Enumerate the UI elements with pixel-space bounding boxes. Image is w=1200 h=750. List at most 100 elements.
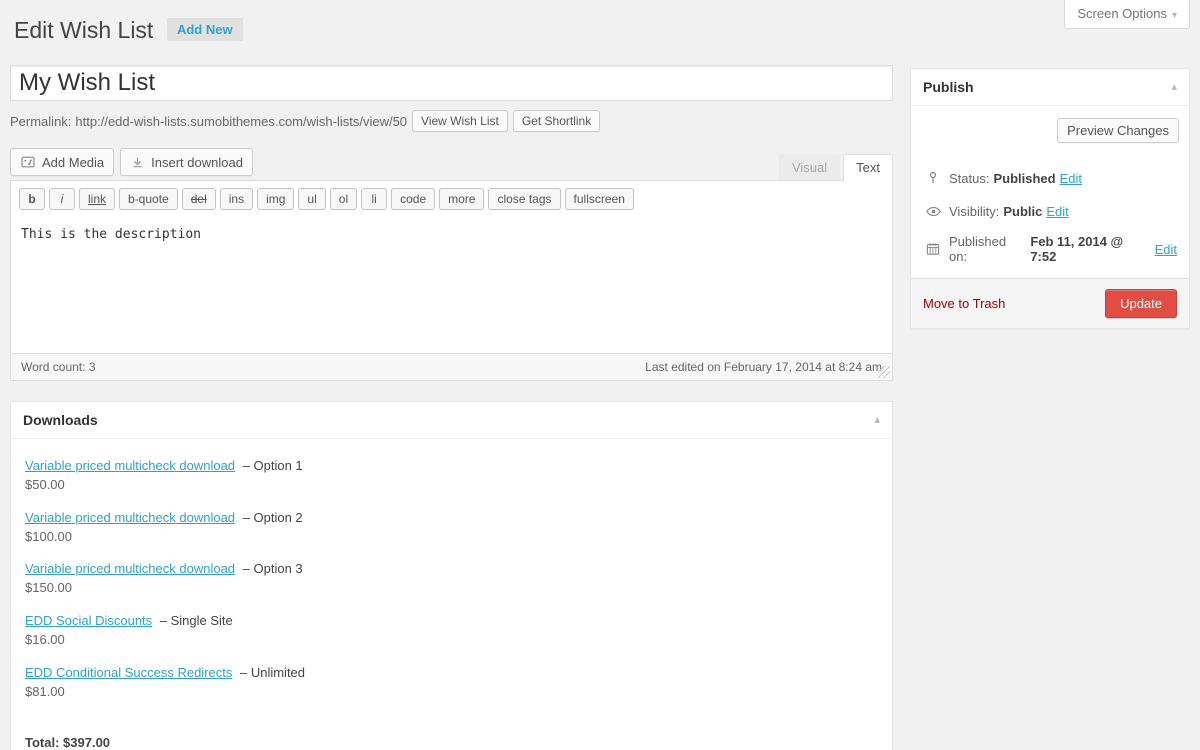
download-price: $50.00 [25, 476, 878, 495]
edit-status-link[interactable]: Edit [1060, 171, 1082, 186]
status-label: Status: [949, 171, 989, 186]
download-list-item: Variable priced multicheck download – Op… [25, 560, 878, 598]
post-title-input[interactable] [10, 65, 893, 101]
insert-download-label: Insert download [151, 156, 243, 169]
misc-publishing-actions: Status: Published Edit Visibility: Publi… [911, 168, 1189, 278]
download-link[interactable]: EDD Conditional Success Redirects [25, 665, 232, 680]
page-title: Edit Wish List [14, 17, 153, 43]
download-option: – Single Site [156, 613, 233, 628]
download-list-item: Variable priced multicheck download – Op… [25, 509, 878, 547]
editor-resize-handle[interactable] [878, 366, 890, 378]
collapse-toggle-icon[interactable]: ▴ [874, 415, 880, 426]
quicktag-img-button[interactable]: img [257, 188, 294, 210]
permalink-row: Permalink: http://edd-wish-lists.sumobit… [10, 110, 893, 132]
major-publishing-actions: Move to Trash Update [911, 278, 1189, 328]
update-button[interactable]: Update [1105, 289, 1177, 318]
edit-wish-list-page: Screen Options ▾ Edit Wish List Add New P… [0, 0, 1200, 750]
post-content-textarea[interactable]: This is the description [11, 215, 892, 353]
download-list-item: EDD Conditional Success Redirects – Unli… [25, 664, 878, 702]
download-arrow-icon [130, 155, 145, 170]
downloads-metabox: Downloads ▴ Variable priced multicheck d… [10, 401, 893, 750]
downloads-title: Downloads [23, 412, 98, 428]
quicktag-i-button[interactable]: i [49, 188, 75, 210]
add-media-label: Add Media [42, 156, 104, 169]
publish-metabox: Publish ▴ Preview Changes Status: Publis… [910, 68, 1190, 329]
downloads-total-row: Total: $397.00 [11, 735, 892, 750]
media-buttons: Add Media Insert download [10, 148, 253, 180]
editor-tabs: Visual Text [779, 154, 893, 180]
visibility-label: Visibility: [949, 204, 999, 219]
publish-metabox-header[interactable]: Publish ▴ [911, 69, 1189, 106]
quicktag-code-button[interactable]: code [391, 188, 435, 210]
publish-title: Publish [923, 79, 974, 95]
download-link[interactable]: Variable priced multicheck download [25, 458, 235, 473]
insert-download-button[interactable]: Insert download [120, 148, 253, 176]
add-new-button[interactable]: Add New [167, 18, 243, 41]
quicktag-del-button[interactable]: del [182, 188, 216, 210]
editor-tools: Add Media Insert download Visual Text [10, 148, 893, 180]
download-price: $81.00 [25, 683, 878, 702]
downloads-list: Variable priced multicheck download – Op… [11, 439, 892, 717]
download-option: – Unlimited [236, 665, 305, 680]
main-column: Permalink: http://edd-wish-lists.sumobit… [10, 65, 893, 750]
download-link[interactable]: Variable priced multicheck download [25, 561, 235, 576]
media-icon [20, 154, 36, 170]
edit-visibility-link[interactable]: Edit [1046, 204, 1068, 219]
collapse-toggle-icon[interactable]: ▴ [1171, 82, 1177, 93]
last-edited: Last edited on February 17, 2014 at 8:24… [645, 360, 882, 374]
calendar-icon [923, 239, 943, 259]
screen-options-tab[interactable]: Screen Options ▾ [1064, 0, 1190, 29]
download-link[interactable]: EDD Social Discounts [25, 613, 152, 628]
quicktag-fullscreen-button[interactable]: fullscreen [565, 188, 634, 210]
visibility-row: Visibility: Public Edit [923, 201, 1177, 221]
status-value: Published [993, 171, 1055, 186]
quicktag-ol-button[interactable]: ol [330, 188, 357, 210]
tab-visual[interactable]: Visual [779, 154, 840, 180]
downloads-metabox-header[interactable]: Downloads ▴ [11, 402, 892, 439]
downloads-total-label: Total: [25, 735, 59, 750]
add-media-button[interactable]: Add Media [10, 148, 114, 176]
download-option: – Option 3 [239, 561, 303, 576]
quicktag-b-quote-button[interactable]: b-quote [119, 188, 178, 210]
download-price: $16.00 [25, 631, 878, 650]
view-wish-list-button[interactable]: View Wish List [412, 110, 508, 132]
screen-options-label: Screen Options [1077, 6, 1167, 21]
visibility-eye-icon [923, 201, 943, 221]
download-option: – Option 2 [239, 510, 303, 525]
chevron-down-icon: ▾ [1172, 10, 1177, 21]
downloads-total-value: $397.00 [63, 735, 110, 750]
sidebar: Publish ▴ Preview Changes Status: Publis… [910, 68, 1190, 329]
permalink-label: Permalink: [10, 114, 71, 129]
status-row: Status: Published Edit [923, 168, 1177, 188]
download-list-item: Variable priced multicheck download – Op… [25, 457, 878, 495]
download-link[interactable]: Variable priced multicheck download [25, 510, 235, 525]
visibility-value: Public [1003, 204, 1042, 219]
quicktag-ul-button[interactable]: ul [298, 188, 325, 210]
edit-published-on-link[interactable]: Edit [1155, 242, 1177, 257]
download-price: $100.00 [25, 528, 878, 547]
published-on-row: Published on: Feb 11, 2014 @ 7:52 Edit [923, 234, 1177, 264]
move-to-trash-link[interactable]: Move to Trash [923, 296, 1005, 311]
editor-statusbar: Word count: 3 Last edited on February 17… [11, 353, 892, 380]
published-on-value: Feb 11, 2014 @ 7:52 [1030, 234, 1150, 264]
editor-container: bilinkb-quotedelinsimgulollicodemoreclos… [10, 180, 893, 381]
quicktag-b-button[interactable]: b [19, 188, 45, 210]
download-price: $150.00 [25, 579, 878, 598]
word-count-value: 3 [89, 360, 96, 374]
quicktag-li-button[interactable]: li [361, 188, 387, 210]
quicktag-link-button[interactable]: link [79, 188, 115, 210]
get-shortlink-button[interactable]: Get Shortlink [513, 110, 600, 132]
word-count: Word count: 3 [21, 360, 96, 374]
page-heading: Edit Wish List Add New [14, 16, 243, 46]
quicktag-more-button[interactable]: more [439, 188, 484, 210]
preview-changes-button[interactable]: Preview Changes [1057, 118, 1179, 143]
download-option: – Option 1 [239, 458, 303, 473]
permalink-url: http://edd-wish-lists.sumobithemes.com/w… [75, 114, 407, 129]
quicktag-close-tags-button[interactable]: close tags [488, 188, 560, 210]
tab-text[interactable]: Text [843, 154, 893, 181]
download-list-item: EDD Social Discounts – Single Site $16.0… [25, 612, 878, 650]
post-status-icon [923, 168, 943, 188]
minor-publishing-actions: Preview Changes [911, 106, 1189, 155]
quicktag-ins-button[interactable]: ins [220, 188, 253, 210]
quicktags-toolbar: bilinkb-quotedelinsimgulollicodemoreclos… [11, 181, 892, 215]
